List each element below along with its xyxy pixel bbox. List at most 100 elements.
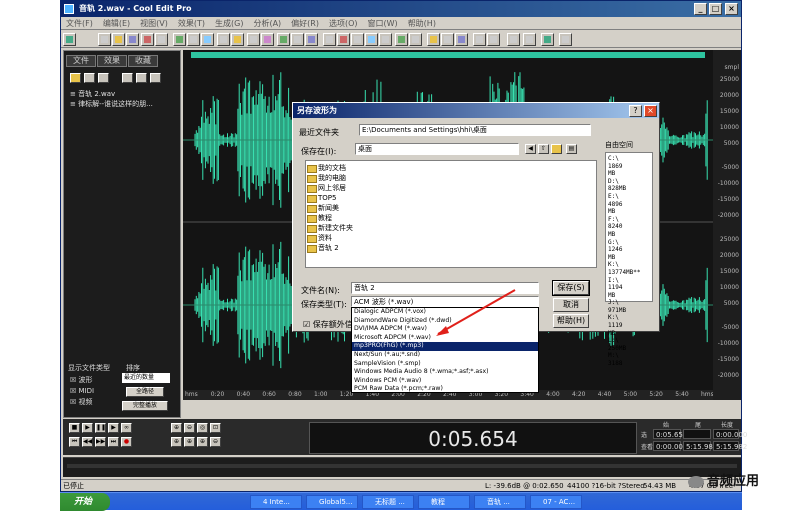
folder-item[interactable]: 音轨 2: [306, 243, 596, 253]
toolbar-icon-31[interactable]: [559, 33, 572, 46]
toolbar-icon-2[interactable]: [112, 33, 125, 46]
file-item[interactable]: ≡ 律标解--谁说这样的朋...: [70, 99, 153, 109]
folder-item[interactable]: 教程: [306, 213, 596, 223]
filetype-option[interactable]: Dialogic ADPCM (*.vox): [352, 308, 538, 317]
toolbar-icon-17[interactable]: [337, 33, 350, 46]
file-item[interactable]: ≡ 音轨 2.wav: [70, 89, 153, 99]
menu-item[interactable]: 文件(F): [61, 17, 98, 30]
zoom-out-icon[interactable]: ⊖: [184, 423, 195, 433]
toolbar-icon-26[interactable]: [473, 33, 486, 46]
tab-effects[interactable]: 效果: [97, 55, 127, 67]
forward-button[interactable]: ▶▶: [95, 437, 106, 447]
filetype-option[interactable]: PCM Raw Data (*.pcm;*.raw): [352, 385, 538, 394]
toolbar-icon-3[interactable]: [126, 33, 139, 46]
close-button[interactable]: ×: [725, 3, 738, 15]
filetype-option[interactable]: Windows Media Audio 8 (*.wma;*.asf;*.asx…: [352, 368, 538, 377]
extra-info-checkbox[interactable]: ☑ 保存额外信: [303, 319, 353, 330]
sel-end-field[interactable]: [683, 429, 711, 439]
taskbar-item[interactable]: 4 Inte...: [250, 495, 302, 509]
play-button[interactable]: ▶: [82, 423, 93, 433]
menu-item[interactable]: 帮助(H): [403, 17, 441, 30]
folder-item[interactable]: 我的电脑: [306, 173, 596, 183]
delete-icon[interactable]: [150, 73, 161, 83]
filetype-option[interactable]: SampleVision (*.smp): [352, 360, 538, 369]
zoom-in-icon[interactable]: ⊕: [171, 423, 182, 433]
view-menu-icon[interactable]: ▤: [566, 144, 577, 154]
toolbar-icon-9[interactable]: [217, 33, 230, 46]
import-icon[interactable]: [84, 73, 95, 83]
view-end-field[interactable]: 5:15.982: [683, 441, 717, 451]
toolbar-icon-22[interactable]: [409, 33, 422, 46]
toolbar-icon-13[interactable]: [277, 33, 290, 46]
pause-button[interactable]: ❚❚: [95, 423, 106, 433]
zoom-left-icon[interactable]: ⊕: [171, 437, 182, 447]
toolbar-icon-20[interactable]: [379, 33, 392, 46]
up-folder-icon[interactable]: ⇧: [538, 144, 549, 154]
folder-item[interactable]: 新闻美: [306, 203, 596, 213]
loop-button[interactable]: ∞: [121, 423, 132, 433]
folder-item[interactable]: 新建文件夹: [306, 223, 596, 233]
recent-folder-select[interactable]: E:\Documents and Settings\hhi\桌面: [359, 124, 591, 136]
toolbar-icon-15[interactable]: [305, 33, 318, 46]
zoom-full-icon[interactable]: ◎: [197, 423, 208, 433]
tab-favorites[interactable]: 收藏: [128, 55, 158, 67]
taskbar-item[interactable]: 音轨 ...: [474, 495, 526, 509]
zoom-right-icon[interactable]: ⊕: [184, 437, 195, 447]
toolbar-icon-1[interactable]: [98, 33, 111, 46]
taskbar-item[interactable]: 无标题 ...: [362, 495, 414, 509]
filetype-option[interactable]: DVI/IMA ADPCM (*.wav): [352, 325, 538, 334]
taskbar-item[interactable]: 教程: [418, 495, 470, 509]
save-button[interactable]: 保存(S): [552, 280, 590, 296]
open-file-icon[interactable]: [70, 73, 81, 83]
toolbar-icon-25[interactable]: [455, 33, 468, 46]
filetype-option[interactable]: Windows PCM (*.wav): [352, 377, 538, 386]
zoom-vert-out-icon[interactable]: ⊖: [210, 437, 221, 447]
folder-item[interactable]: 我的文档: [306, 163, 596, 173]
filetype-select[interactable]: ACM 波形 (*.wav): [351, 296, 539, 307]
toolbar-icon-24[interactable]: [441, 33, 454, 46]
folder-item[interactable]: 网上邻居: [306, 183, 596, 193]
toolbar-icon-10[interactable]: [231, 33, 244, 46]
toolbar-icon-0[interactable]: [63, 33, 76, 46]
toolbar-icon-4[interactable]: [141, 33, 154, 46]
menu-item[interactable]: 分析(A): [248, 17, 286, 30]
toolbar-icon-8[interactable]: [201, 33, 214, 46]
record-button[interactable]: ●: [121, 437, 132, 447]
rewind-button[interactable]: ◀◀: [82, 437, 93, 447]
toolbar-icon-6[interactable]: [173, 33, 186, 46]
zoom-selection-icon[interactable]: ⊡: [210, 423, 221, 433]
filter-waveform[interactable]: ☒ 波形: [70, 375, 94, 386]
sort-select[interactable]: 最近的数量: [122, 373, 170, 383]
menu-item[interactable]: 选项(O): [324, 17, 363, 30]
menu-item[interactable]: 偏好(R): [286, 17, 324, 30]
toolbar-icon-16[interactable]: [323, 33, 336, 46]
toolbar-icon-23[interactable]: [427, 33, 440, 46]
toolbar-icon-29[interactable]: [523, 33, 536, 46]
maximize-button[interactable]: □: [709, 3, 722, 15]
menu-item[interactable]: 窗口(W): [363, 17, 403, 30]
cancel-button[interactable]: 取消: [553, 298, 589, 312]
tab-files[interactable]: 文件: [66, 55, 96, 67]
auto-play-button[interactable]: 完整播放: [122, 401, 168, 411]
play-to-end-button[interactable]: ▶: [108, 423, 119, 433]
insert-icon[interactable]: [122, 73, 133, 83]
menu-item[interactable]: 生成(G): [210, 17, 248, 30]
toolbar-icon-11[interactable]: [247, 33, 260, 46]
back-icon[interactable]: ◀: [525, 144, 536, 154]
toolbar-icon-5[interactable]: [155, 33, 168, 46]
full-path-button[interactable]: 全路径: [126, 387, 164, 397]
toolbar-icon-27[interactable]: [487, 33, 500, 46]
new-folder-icon[interactable]: [551, 144, 562, 154]
filter-video[interactable]: ☒ 视频: [70, 397, 94, 408]
menu-item[interactable]: 效果(T): [173, 17, 210, 30]
close-file-icon[interactable]: [98, 73, 109, 83]
edit-icon[interactable]: [136, 73, 147, 83]
filter-midi[interactable]: ☒ MIDI: [70, 386, 94, 397]
zoom-vert-in-icon[interactable]: ⊕: [197, 437, 208, 447]
toolbar-icon-14[interactable]: [291, 33, 304, 46]
view-length-field[interactable]: 5:15.982: [713, 441, 747, 451]
toolbar-icon-7[interactable]: [187, 33, 200, 46]
save-in-select[interactable]: 桌面: [355, 143, 519, 155]
taskbar-item[interactable]: 07 - AC...: [530, 495, 582, 509]
sel-length-field[interactable]: 0:00.000: [713, 429, 747, 439]
